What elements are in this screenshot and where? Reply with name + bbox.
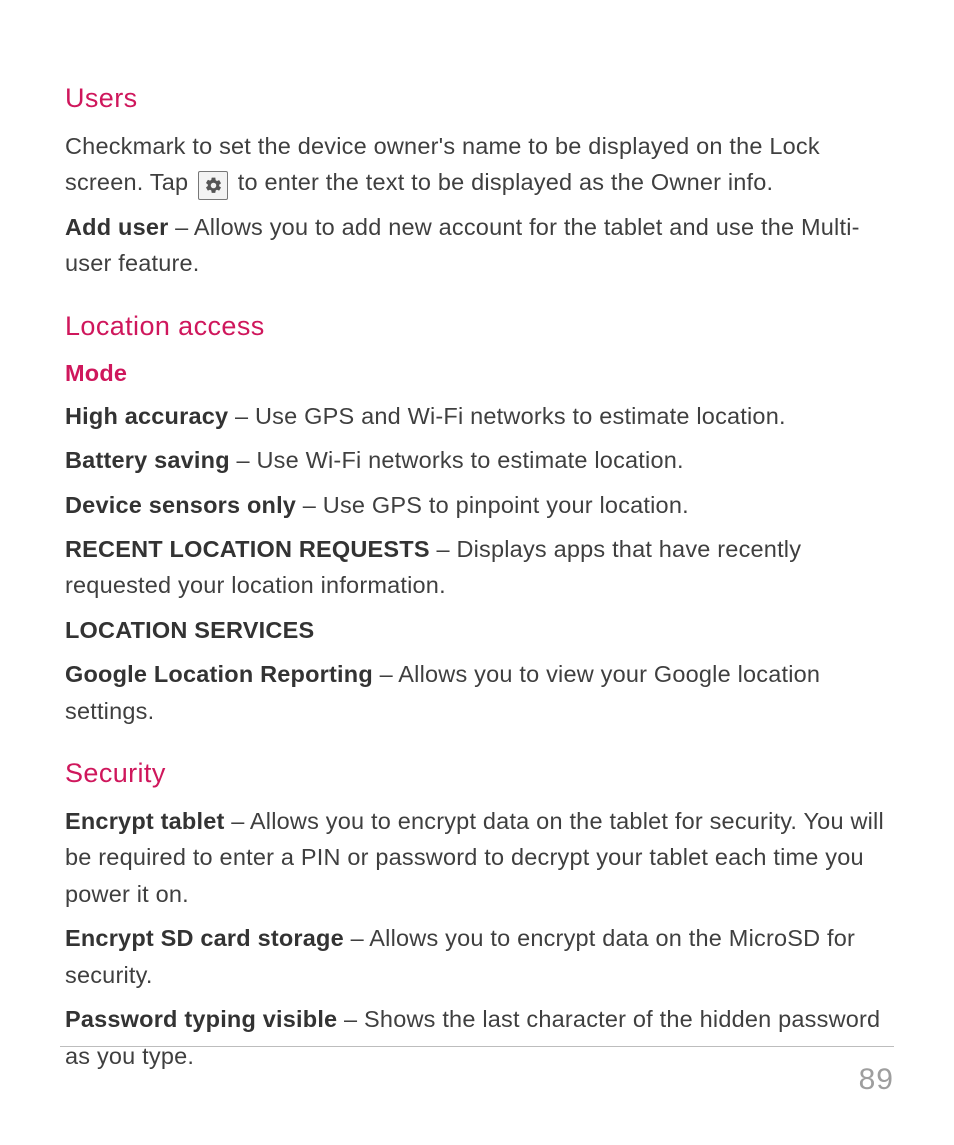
item-desc: – Use Wi-Fi networks to estimate locatio… [230,447,684,473]
item-label: Encrypt tablet [65,808,225,834]
item-label: Password typing visible [65,1006,337,1032]
subheading-mode: Mode [65,355,894,391]
footer-divider [60,1046,894,1047]
page-number: 89 [60,1057,894,1104]
item-label: Device sensors only [65,492,296,518]
location-item-device-sensors: Device sensors only – Use GPS to pinpoin… [65,487,894,523]
heading-users: Users [65,78,894,120]
heading-security: Security [65,753,894,795]
add-user-item: Add user – Allows you to add new account… [65,209,894,282]
manual-page: Users Checkmark to set the device owner'… [0,0,954,1145]
item-desc: – Use GPS and Wi-Fi networks to estimate… [228,403,785,429]
recent-label: RECENT LOCATION REQUESTS [65,536,430,562]
heading-location: Location access [65,306,894,348]
add-user-label: Add user [65,214,168,240]
google-location-reporting: Google Location Reporting – Allows you t… [65,656,894,729]
item-label: Encrypt SD card storage [65,925,344,951]
location-services-heading: LOCATION SERVICES [65,612,894,648]
page-footer: 89 [60,1046,894,1104]
reporting-label: Google Location Reporting [65,661,373,687]
security-item-encrypt-tablet: Encrypt tablet – Allows you to encrypt d… [65,803,894,912]
gear-icon[interactable] [198,171,228,200]
security-item-encrypt-sd: Encrypt SD card storage – Allows you to … [65,920,894,993]
users-intro-post: to enter the text to be displayed as the… [238,169,774,195]
add-user-desc: – Allows you to add new account for the … [65,214,860,276]
item-label: Battery saving [65,447,230,473]
users-intro: Checkmark to set the device owner's name… [65,128,894,201]
location-item-high-accuracy: High accuracy – Use GPS and Wi-Fi networ… [65,398,894,434]
location-recent-requests: RECENT LOCATION REQUESTS – Displays apps… [65,531,894,604]
item-desc: – Use GPS to pinpoint your location. [296,492,689,518]
location-item-battery-saving: Battery saving – Use Wi-Fi networks to e… [65,442,894,478]
item-label: High accuracy [65,403,228,429]
